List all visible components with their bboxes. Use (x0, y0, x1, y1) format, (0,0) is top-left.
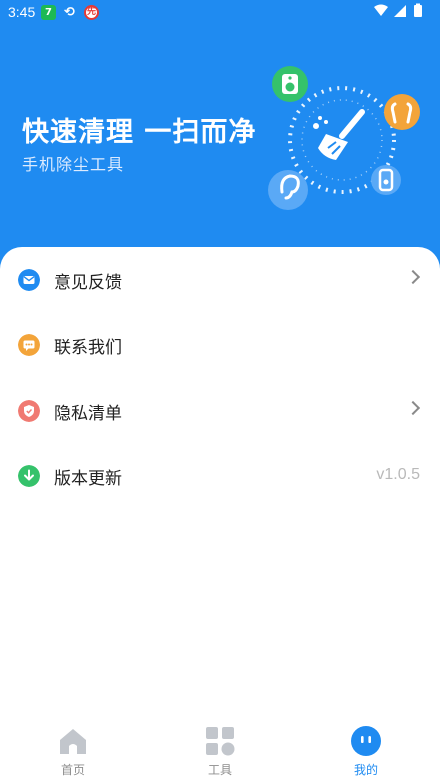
tab-label: 首页 (60, 763, 85, 777)
tab-label: 工具 (207, 763, 232, 777)
tab-mine[interactable]: 我的 (326, 723, 406, 781)
wifi-signal-battery-icon (374, 3, 422, 17)
menu-item-contact-us[interactable]: 联系我们 (0, 320, 440, 370)
tab-home[interactable]: 首页 (33, 723, 113, 781)
notification-seven-icon: 7 (41, 5, 56, 20)
menu-item-label: 版本更新 (54, 469, 122, 489)
tab-tools[interactable]: 工具 (180, 723, 260, 781)
status-bar: 3:45 7 ⟲ 先 (0, 0, 440, 26)
mail-icon (18, 269, 40, 291)
settings-card: 意见反馈 联系我们 隐私清单 版本更新 v1.0.5 (0, 247, 440, 717)
menu-item-label: 联系我们 (54, 338, 122, 358)
menu-item-label: 意见反馈 (54, 273, 122, 293)
broom-icon (313, 109, 365, 160)
message-icon (18, 334, 40, 356)
menu-item-label: 隐私清单 (54, 404, 122, 424)
bottom-tab-bar: 首页 工具 我的 (0, 717, 440, 783)
menu-item-privacy-list[interactable]: 隐私清单 (0, 386, 440, 436)
menu-item-version-update[interactable]: 版本更新 v1.0.5 (0, 451, 440, 501)
tab-label: 我的 (353, 763, 378, 777)
status-time: 3:45 (8, 4, 36, 20)
face-icon (351, 726, 381, 756)
sync-icon: ⟲ (64, 5, 75, 20)
earphones-icon (384, 94, 420, 130)
hero-title: 快速清理 一扫而净 (22, 117, 257, 148)
red-badge-icon: 先 (84, 5, 99, 20)
speaker-icon (272, 66, 308, 102)
ear-icon (268, 170, 308, 210)
status-signal-icons (372, 3, 430, 23)
download-icon (18, 465, 40, 487)
chevron-right-icon (405, 269, 421, 285)
header-banner: 3:45 7 ⟲ 先 快速清理 一扫而净 手机除尘工具 (0, 0, 440, 275)
remote-device-icon (371, 165, 401, 195)
cleaning-illustration (268, 66, 420, 210)
chevron-right-icon (405, 400, 421, 416)
grid-icon (206, 727, 235, 756)
version-value: v1.0.5 (376, 466, 420, 483)
menu-item-feedback[interactable]: 意见反馈 (0, 255, 440, 305)
shield-icon (18, 400, 40, 422)
home-icon (60, 729, 86, 754)
hero-subtitle: 手机除尘工具 (22, 155, 125, 174)
